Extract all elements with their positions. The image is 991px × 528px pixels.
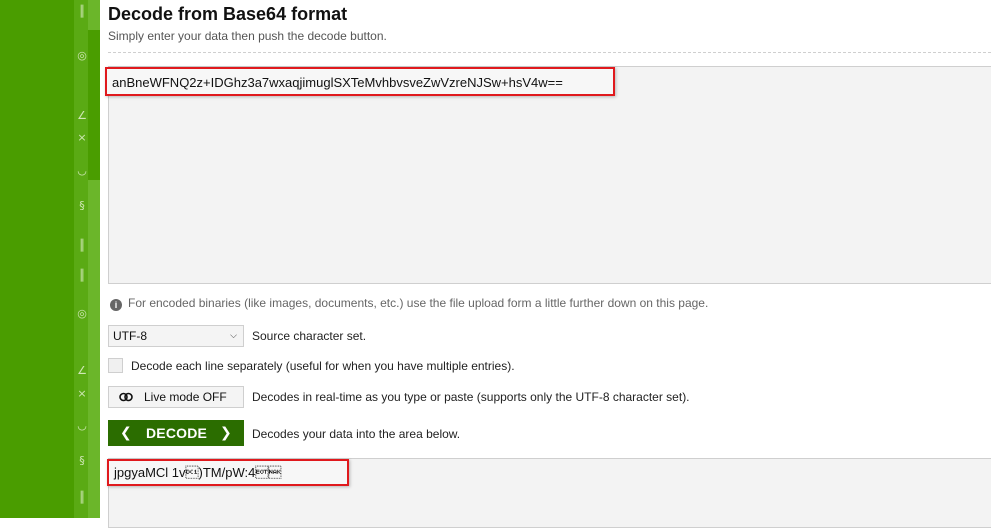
decorative-sidebar: ║ ◎ ∠ × ◡ § ║ ║ ◎ ∠ × ◡ § ║ [0,0,100,518]
sidebar-notch [88,30,100,180]
sidebar-pattern-icon: ∠ [77,109,87,122]
live-mode-button[interactable]: Live mode OFF [108,386,244,408]
sidebar-pattern-icon: ∠ [77,364,87,377]
sidebar-pattern-icon: ◎ [77,49,87,62]
live-mode-label: Live mode OFF [144,390,227,404]
toggle-off-icon [119,392,133,402]
decode-button[interactable]: ❮ DECODE ❯ [108,420,244,446]
charset-select[interactable]: UTF-8 ⌵ [108,325,244,347]
sidebar-pattern-icon: ║ [78,269,86,282]
sidebar-pattern-icon: × [77,131,87,144]
live-mode-description: Decodes in real-time as you type or past… [252,390,690,404]
input-highlight-box: anBneWFNQ2z+IDGhz3a7wxaqjimuglSXTeMvhbvs… [105,67,615,96]
sidebar-pattern-icon: ║ [78,5,86,18]
info-note: i For encoded binaries (like images, docu… [110,296,708,311]
sidebar-pattern-icon: ║ [78,491,86,504]
input-textarea[interactable]: anBneWFNQ2z+IDGhz3a7wxaqjimuglSXTeMvhbvs… [105,66,991,284]
page-title: Decode from Base64 format [108,4,348,24]
info-icon: i [110,299,122,311]
chevron-right-icon: ❯ [220,425,232,441]
divider [108,52,991,53]
decode-each-line-label[interactable]: Decode each line separately (useful for … [131,359,515,373]
sidebar-pattern-icon: ◡ [77,164,87,177]
decode-button-label: DECODE [146,425,208,441]
chevron-down-icon: ⌵ [230,331,237,341]
input-text: anBneWFNQ2z+IDGhz3a7wxaqjimuglSXTeMvhbvs… [112,75,563,90]
sidebar-pattern-icon: ◡ [77,419,87,432]
info-text: For encoded binaries (like images, docum… [128,296,709,310]
chevron-left-icon: ❮ [120,425,132,441]
sidebar-pattern-icon: § [79,199,85,212]
sidebar-pattern-icon: ║ [78,239,86,252]
decode-description: Decodes your data into the area below. [252,427,461,441]
sidebar-pattern-icon: × [77,387,87,400]
sidebar-stripe [74,0,88,518]
charset-selected-value: UTF-8 [113,329,147,343]
sidebar-pattern-icon: § [79,454,85,467]
output-highlight-box: jpgyaMCl 1v)TM/pW:4 [107,459,349,486]
page-subtitle: Simply enter your data then push the dec… [108,29,387,43]
sidebar-pattern-icon: ◎ [77,307,87,320]
decode-each-line-checkbox[interactable] [108,358,123,373]
charset-label: Source character set. [252,329,367,343]
output-text: jpgyaMCl 1v)TM/pW:4 [114,465,282,480]
